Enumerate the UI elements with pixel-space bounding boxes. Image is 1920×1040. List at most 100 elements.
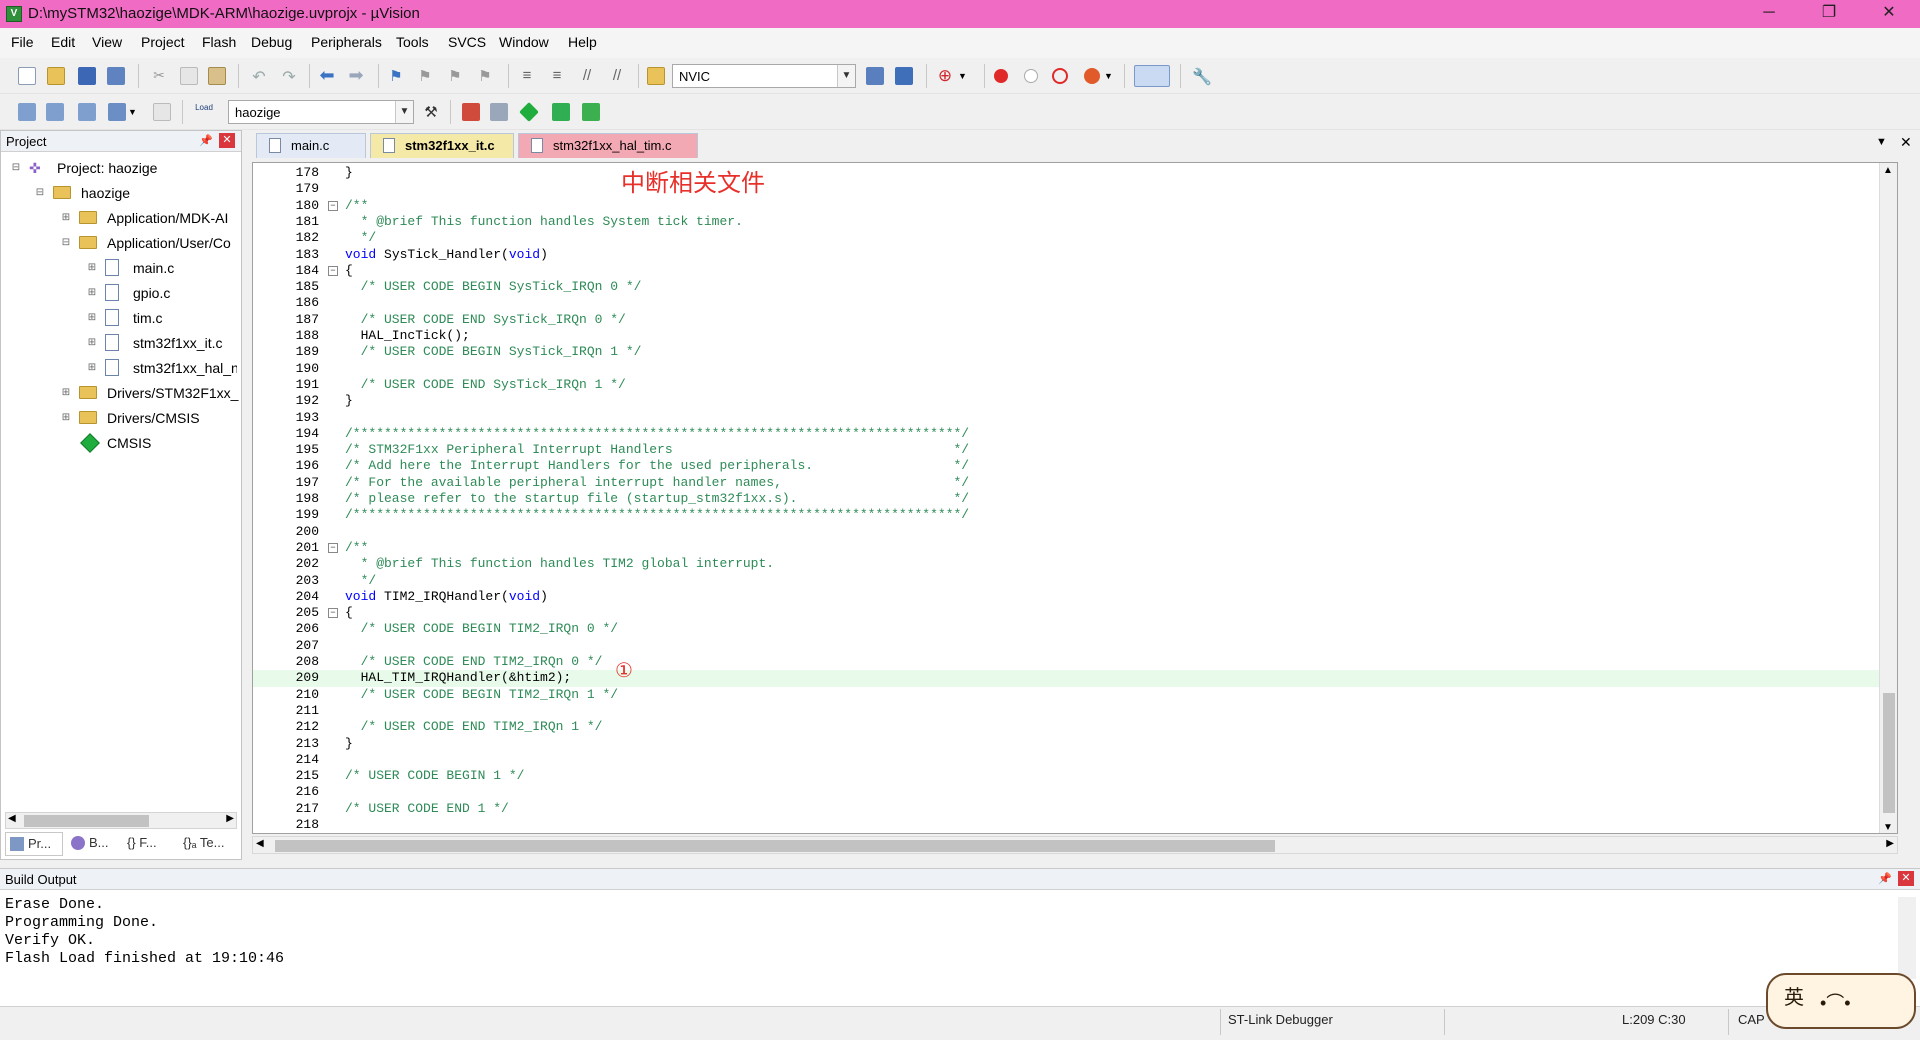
tree-item-file[interactable]: ⊞ stm32f1xx_it.c [87, 332, 237, 354]
code-line[interactable]: 202 * @brief This function handles TIM2 … [253, 556, 1893, 572]
select-packs-icon[interactable] [490, 103, 508, 121]
chevron-down-icon[interactable]: ▼ [958, 67, 976, 85]
scrollbar-thumb[interactable] [24, 815, 149, 827]
tree-item-file[interactable]: ⊞ main.c [87, 257, 237, 279]
tab-templates[interactable]: {}ₐ Te... [179, 832, 239, 856]
code-line[interactable]: 179 [253, 181, 1893, 197]
code-line[interactable]: 178} [253, 165, 1893, 181]
save-icon[interactable] [78, 67, 96, 85]
save-all-icon[interactable] [107, 67, 125, 85]
nav-back-icon[interactable]: ⬅ [318, 66, 336, 85]
find-in-files-icon[interactable] [647, 67, 665, 85]
code-line[interactable]: 208 /* USER CODE END TIM2_IRQn 0 */ [253, 654, 1893, 670]
code-line[interactable]: 186 [253, 295, 1893, 311]
tree-item-file[interactable]: ⊞ gpio.c [87, 282, 237, 304]
code-line[interactable]: 180−/** [253, 198, 1893, 214]
menu-help[interactable]: Help [568, 34, 597, 50]
rebuild-icon[interactable] [78, 103, 96, 121]
collapse-icon[interactable]: ⊟ [11, 157, 21, 179]
code-line[interactable]: 196 /* Add here the Interrupt Handlers fo… [253, 458, 1893, 474]
expand-icon[interactable]: ⊞ [61, 407, 71, 429]
fold-toggle-icon[interactable]: − [328, 265, 338, 276]
close-tab-icon[interactable]: ✕ [1900, 134, 1912, 151]
scroll-left-icon[interactable]: ◀ [8, 813, 16, 824]
code-line[interactable]: 198 /* please refer to the startup file (… [253, 491, 1893, 507]
code-line[interactable]: 204 void TIM2_IRQHandler(void) [253, 589, 1893, 605]
expand-icon[interactable]: ⊞ [87, 282, 97, 304]
menu-tools[interactable]: Tools [396, 34, 429, 50]
expand-icon[interactable]: ⊞ [87, 357, 97, 379]
menu-view[interactable]: View [92, 34, 122, 50]
new-file-icon[interactable] [18, 67, 36, 85]
code-line[interactable]: 197 /* For the available peripheral inter… [253, 475, 1893, 491]
tab-stm32f1xx-hal-tim-c[interactable]: stm32f1xx_hal_tim.c [518, 133, 698, 158]
debug-session-icon[interactable]: ⊕ [936, 67, 954, 85]
incremental-find-icon[interactable] [895, 67, 913, 85]
menu-debug[interactable]: Debug [251, 34, 292, 50]
fold-toggle-icon[interactable]: − [328, 200, 338, 211]
menu-flash[interactable]: Flash [202, 34, 236, 50]
tree-item-file[interactable]: ⊞ tim.c [87, 307, 237, 329]
menu-edit[interactable]: Edit [51, 34, 75, 50]
nav-forward-icon[interactable]: ➡ [347, 66, 365, 85]
bookmark-clear-icon[interactable]: ⚑ [476, 67, 494, 85]
code-line[interactable]: 194 /************************************… [253, 426, 1893, 442]
bookmark-prev-icon[interactable]: ⚑ [416, 67, 434, 85]
indent-icon[interactable]: ≡ [518, 67, 536, 85]
menu-svcs[interactable]: SVCS [448, 34, 486, 50]
code-line[interactable]: 193 [253, 410, 1893, 426]
tree-item-cmsis[interactable]: CMSIS [61, 432, 239, 454]
tab-books[interactable]: B... [67, 832, 119, 856]
tab-functions[interactable]: {} F... [123, 832, 175, 856]
expand-icon[interactable]: ⊞ [61, 207, 71, 229]
code-line[interactable]: 200 [253, 524, 1893, 540]
project-horizontal-scrollbar[interactable]: ◀ ▶ [5, 812, 237, 829]
cut-icon[interactable]: ✂ [150, 67, 168, 85]
code-line[interactable]: 195 /* STM32F1xx Peripheral Interrupt Han… [253, 442, 1893, 458]
code-line[interactable]: 214 [253, 752, 1893, 768]
scroll-down-icon[interactable]: ▼ [1883, 822, 1893, 833]
scroll-left-icon[interactable]: ◀ [256, 838, 264, 849]
code-line[interactable]: 188 HAL_IncTick(); [253, 328, 1893, 344]
fold-toggle-icon[interactable]: − [328, 542, 338, 553]
disable-breakpoint-icon[interactable] [1024, 69, 1038, 83]
copy-icon[interactable] [180, 67, 198, 85]
tab-stm32f1xx-it-c[interactable]: stm32f1xx_it.c [370, 133, 514, 158]
chevron-down-icon[interactable]: ▼ [128, 103, 146, 121]
tree-item-group-user[interactable]: ⊟ Application/User/Co [61, 232, 241, 254]
expand-icon[interactable]: ⊞ [87, 332, 97, 354]
input-method-widget[interactable]: 英 •⌒• [1766, 973, 1916, 1029]
collapse-icon[interactable]: ⊟ [35, 182, 45, 204]
manage-project-items-icon[interactable] [462, 103, 480, 121]
disable-all-breakpoints-icon[interactable] [1052, 68, 1068, 84]
menu-peripherals[interactable]: Peripherals [311, 34, 382, 50]
breakpoint-icon[interactable] [994, 69, 1008, 83]
pin-icon[interactable]: 📌 [1878, 872, 1892, 885]
scroll-up-icon[interactable]: ▲ [1883, 165, 1893, 176]
code-line[interactable]: 206 /* USER CODE BEGIN TIM2_IRQn 0 */ [253, 621, 1893, 637]
bookmark-next-icon[interactable]: ⚑ [446, 67, 464, 85]
tree-item-group-drivers-cmsis[interactable]: ⊞ Drivers/CMSIS [61, 407, 239, 429]
configure-icon[interactable]: 🔧 [1192, 67, 1212, 86]
chevron-down-icon[interactable]: ▼ [837, 65, 855, 87]
unindent-icon[interactable]: ≡ [548, 67, 566, 85]
code-line[interactable]: 185 /* USER CODE BEGIN SysTick_IRQn 0 */ [253, 279, 1893, 295]
expand-icon[interactable]: ⊞ [61, 382, 71, 404]
code-line[interactable]: 182 */ [253, 230, 1893, 246]
code-line[interactable]: 201−/** [253, 540, 1893, 556]
expand-icon[interactable]: ⊞ [87, 257, 97, 279]
code-line[interactable]: 215 /* USER CODE BEGIN 1 */ [253, 768, 1893, 784]
open-file-icon[interactable] [47, 67, 65, 85]
find-icon[interactable] [866, 67, 884, 85]
target-options-icon[interactable]: ⚒ [422, 103, 440, 121]
fold-toggle-icon[interactable]: − [328, 608, 338, 619]
code-line[interactable]: 205−{ [253, 605, 1893, 621]
tree-item-group-mdk[interactable]: ⊞ Application/MDK-AI [61, 207, 241, 229]
tree-item-project[interactable]: ⊟ ✜ Project: haozige [11, 157, 231, 179]
collapse-icon[interactable]: ⊟ [61, 232, 71, 254]
code-editor[interactable]: 178} 179 180−/** 181 * @brief This function… [252, 162, 1898, 834]
find-combo[interactable]: NVIC ▼ [672, 64, 856, 88]
code-line[interactable]: 217 /* USER CODE END 1 */ [253, 801, 1893, 817]
paste-icon[interactable] [208, 67, 226, 85]
scrollbar-thumb[interactable] [275, 840, 1275, 852]
